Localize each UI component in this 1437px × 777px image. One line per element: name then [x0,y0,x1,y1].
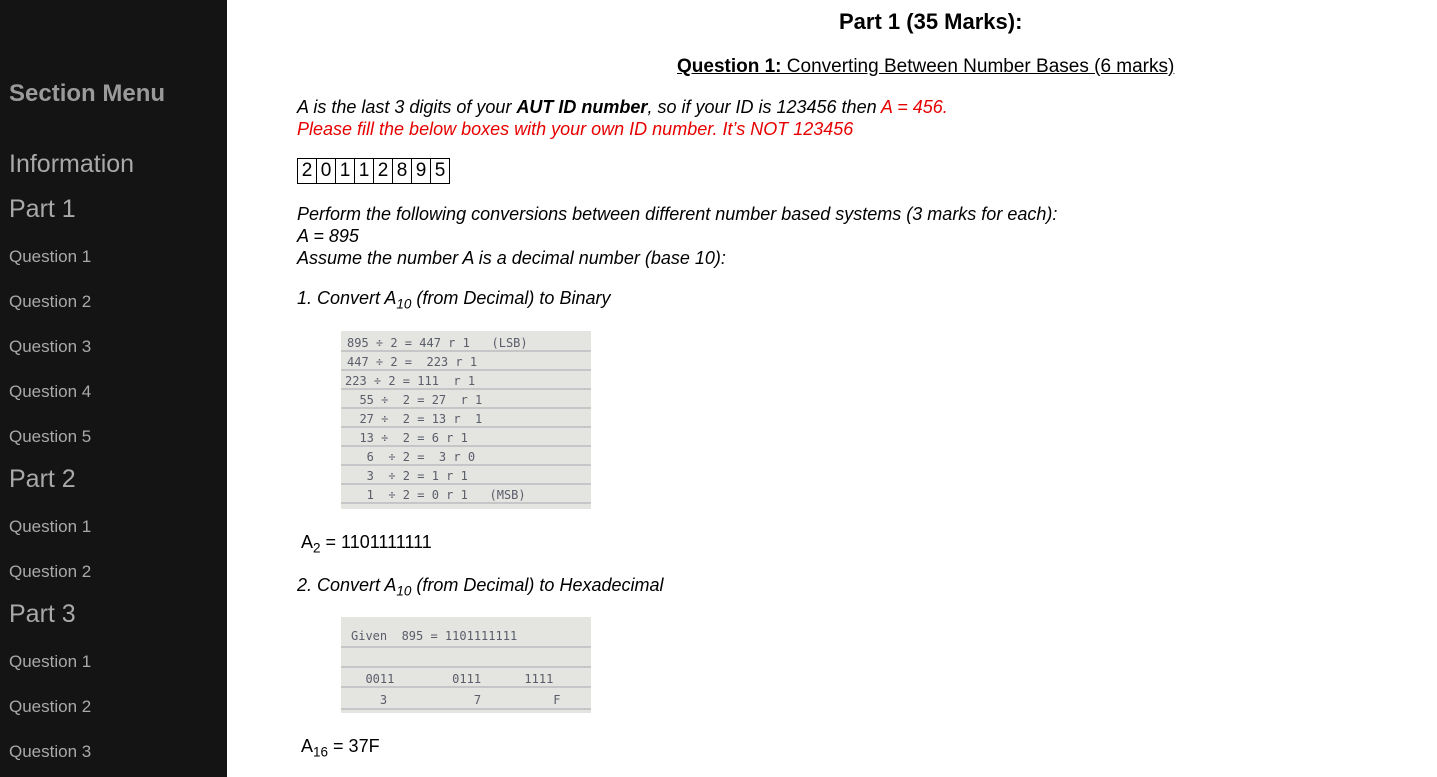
nav-part-2[interactable]: Part 2 [9,465,76,494]
question-label: Question 1: [677,56,782,77]
id-digit-box[interactable]: 2 [298,159,317,183]
answer-binary-label: A [301,532,314,552]
q1-prefix: 1. Convert A [297,288,397,308]
binary-work-line: 27 ÷ 2 = 13 r 1 [345,412,482,426]
section-menu-sidebar: Section Menu Information Part 1 Question… [0,0,227,777]
binary-work-line: 55 ÷ 2 = 27 r 1 [345,393,482,407]
q1-suffix: (from Decimal) to Binary [411,288,611,308]
binary-work-line: 1 ÷ 2 = 0 r 1 (MSB) [345,488,526,502]
hex-work-line: Given 895 = 1101111111 [351,629,517,643]
answer-hex-label: A [301,736,314,756]
nav-part1-question-4[interactable]: Question 4 [9,382,91,402]
nav-part1-question-5[interactable]: Question 5 [9,427,91,447]
binary-work-line: 895 ÷ 2 = 447 r 1 (LSB) [347,336,528,350]
binary-work-line: 3 ÷ 2 = 1 r 1 [345,469,468,483]
nav-part1-question-2[interactable]: Question 2 [9,292,91,312]
nav-information[interactable]: Information [9,150,134,179]
id-digit-box[interactable]: 5 [431,159,449,183]
q1-base: 10 [396,296,412,312]
question-heading: Question 1: Converting Between Number Ba… [677,56,1174,78]
hex-work-line: 0011 0111 1111 [351,672,553,686]
assume-line: Assume the number A is a decimal number … [297,248,726,268]
section-menu-title: Section Menu [9,80,166,107]
nav-part2-question-2[interactable]: Question 2 [9,562,91,582]
answer-binary-base: 2 [313,540,321,556]
id-digit-box[interactable]: 1 [336,159,355,183]
nav-part1-question-1[interactable]: Question 1 [9,247,91,267]
id-digit-box[interactable]: 9 [412,159,431,183]
intro-example-a: A = 456. [880,97,948,117]
question-1-1: 1. Convert A10 (from Decimal) to Binary [297,288,611,312]
nav-part3-question-1[interactable]: Question 1 [9,652,91,672]
q2-base: 10 [396,583,412,599]
nav-part-1[interactable]: Part 1 [9,195,76,224]
binary-work-line: 6 ÷ 2 = 3 r 0 [345,450,475,464]
answer-binary-value: = 1101111111 [320,532,432,552]
question-title: Converting Between Number Bases (6 marks… [781,56,1175,77]
binary-work-line: 13 ÷ 2 = 6 r 1 [345,431,468,445]
nav-part3-question-2[interactable]: Question 2 [9,697,91,717]
nav-part3-question-3[interactable]: Question 3 [9,742,91,762]
main-content: Part 1 (35 Marks): Question 1: Convertin… [227,0,1437,777]
id-digit-box[interactable]: 2 [374,159,393,183]
nav-part1-question-3[interactable]: Question 3 [9,337,91,357]
id-instruction: Please fill the below boxes with your ow… [297,119,854,139]
id-number-boxes: 2 0 1 1 2 8 9 5 [297,158,450,184]
intro-text-2: , so if your ID is 123456 then [647,97,881,117]
id-digit-box[interactable]: 1 [355,159,374,183]
binary-work-line: 223 ÷ 2 = 111 r 1 [345,374,475,388]
intro-text-1: A is the last 3 digits of your [297,97,517,117]
handwritten-binary-division: 895 ÷ 2 = 447 r 1 (LSB) 447 ÷ 2 = 223 r … [341,336,591,504]
q2-prefix: 2. Convert A [297,575,397,595]
a-value-line: A = 895 [297,226,359,246]
nav-part2-question-1[interactable]: Question 1 [9,517,91,537]
perform-instruction: Perform the following conversions betwee… [297,204,1058,224]
binary-work-line: 447 ÷ 2 = 223 r 1 [347,355,477,369]
binary-working-image: 895 ÷ 2 = 447 r 1 (LSB) 447 ÷ 2 = 223 r … [341,331,591,509]
intro-aut-id: AUT ID number [516,97,648,117]
question-1-2: 2. Convert A10 (from Decimal) to Hexadec… [297,575,664,599]
part-title: Part 1 (35 Marks): [839,9,1023,34]
q2-suffix: (from Decimal) to Hexadecimal [411,575,664,595]
answer-hex-base: 16 [313,744,329,760]
hex-work-line: 3 7 F [351,693,561,707]
handwritten-hex-grouping: Given 895 = 1101111111 0011 0111 1111 3 … [341,629,591,710]
id-digit-box[interactable]: 0 [317,159,336,183]
intro-line: A is the last 3 digits of your AUT ID nu… [297,97,948,118]
answer-hex-value: = 37F [328,736,380,756]
nav-part-3[interactable]: Part 3 [9,600,76,629]
answer-binary: A2 = 1101111111 [301,532,432,556]
id-digit-box[interactable]: 8 [393,159,412,183]
hex-working-image: Given 895 = 1101111111 0011 0111 1111 3 … [341,617,591,713]
answer-hex: A16 = 37F [301,736,380,760]
